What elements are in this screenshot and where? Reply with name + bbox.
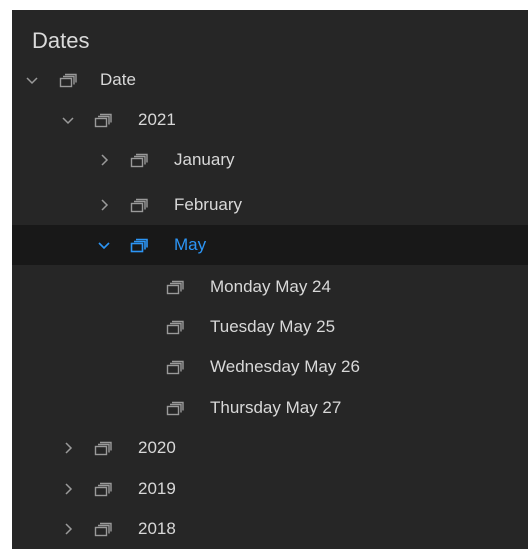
tree-item-label: Date [100,70,136,89]
tree-item-label: 2020 [138,438,176,457]
chevron-right-icon[interactable] [60,481,76,497]
stack-icon [166,399,186,417]
chevron-right-icon[interactable] [60,440,76,456]
stack-icon [94,520,114,538]
tree-item-january[interactable]: January [12,140,528,180]
tree-item-label: 2019 [138,479,176,498]
stack-icon [94,111,114,129]
chevron-right-icon[interactable] [60,521,76,537]
stack-icon [94,439,114,457]
tree-item-label: Wednesday May 26 [210,357,360,376]
stack-icon [166,358,186,376]
tree-item-label: May [174,235,207,254]
chevron-down-icon[interactable] [24,72,40,88]
tree-item-2021[interactable]: 2021 [12,100,528,140]
chevron-right-icon[interactable] [96,152,112,168]
tree-item-label: Thursday May 27 [210,398,342,417]
chevron-down-icon[interactable] [96,237,112,253]
tree-item-label: January [174,150,235,169]
stack-icon [166,318,186,336]
tree-item-day[interactable]: Thursday May 27 [12,388,528,428]
tree-item-2018[interactable]: 2018 [12,509,528,549]
chevron-right-icon[interactable] [96,197,112,213]
tree-item-2019[interactable]: 2019 [12,469,528,509]
stack-icon [130,236,150,254]
stack-icon [130,196,150,214]
stack-icon [59,71,79,89]
tree-item-label: 2018 [138,519,176,538]
tree-item-label: February [174,195,243,214]
tree-item-february[interactable]: February [12,185,528,225]
tree-item-label: Tuesday May 25 [210,317,336,336]
stack-icon [130,151,150,169]
panel-title: Dates [32,28,90,53]
tree-item-label: 2021 [138,110,176,129]
chevron-down-icon[interactable] [60,112,76,128]
tree-item-date[interactable]: Date [12,60,528,100]
stack-icon [94,480,114,498]
stack-icon [166,278,186,296]
tree-item-day[interactable]: Monday May 24 [12,267,528,307]
tree-item-may[interactable]: May [12,225,528,265]
tree-item-day[interactable]: Tuesday May 25 [12,307,528,347]
tree-item-day[interactable]: Wednesday May 26 [12,347,528,387]
tree-item-2020[interactable]: 2020 [12,428,528,468]
tree-item-label: Monday May 24 [210,277,331,296]
dates-panel: Dates Date 2021 January February May Mon… [12,10,528,549]
